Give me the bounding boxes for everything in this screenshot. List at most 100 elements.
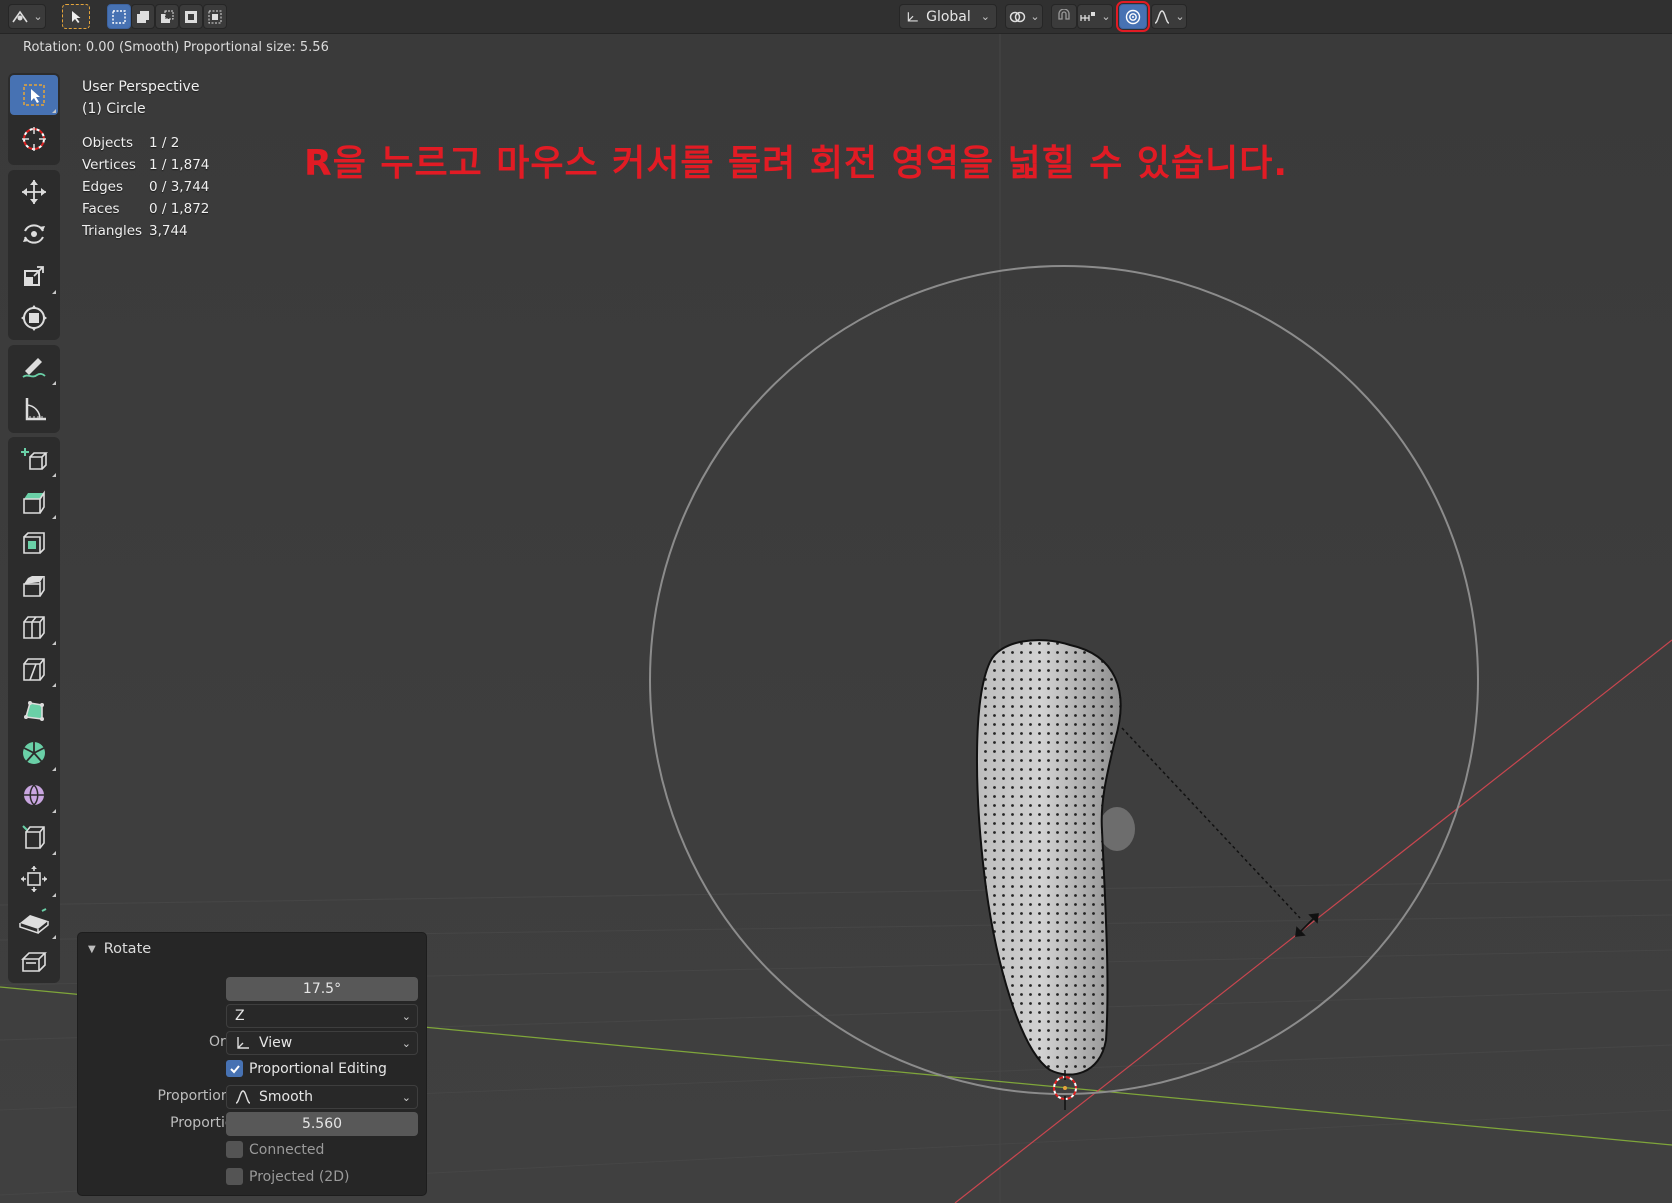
tool-knife[interactable]: [10, 649, 58, 689]
snap-toggle[interactable]: [1051, 4, 1077, 29]
tool-move[interactable]: [10, 172, 58, 212]
extrude-icon: [23, 490, 45, 514]
select-invert-button[interactable]: [179, 4, 203, 29]
knife-icon: [23, 658, 45, 681]
object-name: (1) Circle: [82, 101, 146, 117]
tool-cursor[interactable]: [10, 119, 58, 159]
angle-field[interactable]: 17.5°: [226, 977, 418, 1001]
tool-add-cube[interactable]: [10, 439, 58, 479]
chevron-down-icon: ⌄: [980, 10, 990, 23]
operator-status-text: Rotation: 0.00 (Smooth) Proportional siz…: [23, 40, 329, 55]
background-object: [1099, 807, 1135, 851]
tool-scale[interactable]: [10, 256, 58, 296]
stat-row: Vertices 1 / 1,874: [82, 157, 210, 173]
transform-orientation-dropdown[interactable]: Global ⌄: [899, 4, 997, 29]
proportional-editing-icon: [1125, 9, 1141, 24]
cursor-icon: [22, 127, 46, 151]
tool-select-box[interactable]: [10, 75, 58, 115]
magnet-icon: [1058, 8, 1070, 20]
connected-row: Connected: [78, 1139, 428, 1163]
select-new-icon: [112, 9, 126, 24]
collapse-triangle-icon[interactable]: ▼: [88, 944, 96, 955]
rip-icon: [21, 952, 47, 972]
editor-type-button[interactable]: ⌄: [8, 4, 46, 29]
orientation-row: Orientation View⌄: [78, 1031, 428, 1055]
tool-shrink-fatten[interactable]: [10, 859, 58, 899]
axis-dropdown[interactable]: Z ⌄: [226, 1004, 418, 1028]
proportional-falloff-dropdown[interactable]: ⌄: [1151, 4, 1187, 29]
pivot-point-dropdown[interactable]: ⌄: [1005, 4, 1043, 29]
checkmark-icon: [229, 1064, 240, 1073]
falloff-curve-icon: [1155, 9, 1170, 24]
panel-title: Rotate: [103, 941, 152, 957]
tool-smooth[interactable]: [10, 775, 58, 815]
select-intersect-button[interactable]: [203, 4, 227, 29]
tool-measure[interactable]: [10, 389, 58, 429]
stat-row: Edges 0 / 3,744: [82, 179, 210, 195]
move-icon: [22, 180, 46, 204]
snap-target-dropdown[interactable]: ⌄: [1077, 4, 1113, 29]
pivot-point-icon: [1010, 11, 1026, 22]
falloff-dropdown[interactable]: Smooth ⌄: [226, 1085, 418, 1109]
spin-icon: [23, 742, 45, 764]
checkbox-checked[interactable]: [226, 1060, 243, 1077]
chevron-down-icon: ⌄: [1030, 10, 1040, 23]
orientation-dropdown[interactable]: View ⌄: [226, 1031, 418, 1055]
tool-extrude[interactable]: [10, 481, 58, 521]
select-tool-button[interactable]: [62, 4, 90, 29]
adjust-last-operation-panel: ▼ Rotate Angle 17.5° Axis Z⌄ Orientation…: [77, 932, 427, 1196]
proportional-editing-row: Proportional Editing: [78, 1058, 428, 1082]
proportional-editing-toggle[interactable]: [1116, 1, 1150, 32]
tool-annotate[interactable]: [10, 347, 58, 387]
tool-rip[interactable]: [10, 941, 58, 981]
chevron-down-icon: ⌄: [401, 1009, 411, 1023]
checkbox-unchecked[interactable]: [226, 1141, 243, 1158]
shrink-fatten-icon: [21, 866, 47, 892]
orientation-axes-icon: [907, 11, 918, 22]
smooth-icon: [24, 784, 44, 806]
chevron-down-icon: ⌄: [1175, 10, 1185, 23]
proportional-editing-checkbox[interactable]: Proportional Editing: [226, 1060, 387, 1077]
chevron-down-icon: ⌄: [1101, 10, 1111, 23]
viewport-header: ⌄ Global ⌄ ⌄ ⌄ ⌄: [0, 0, 1672, 34]
inset-icon: [23, 532, 45, 554]
chevron-down-icon: ⌄: [33, 10, 43, 23]
transform-icon: [21, 305, 47, 331]
add-cube-icon: [21, 448, 48, 470]
tool-poly-build[interactable]: [10, 691, 58, 731]
select-box-icon: [23, 84, 45, 106]
panel-header[interactable]: ▼ Rotate: [88, 941, 151, 957]
tool-shear[interactable]: [10, 901, 58, 941]
select-subtract-button[interactable]: [155, 4, 179, 29]
tool-inset[interactable]: [10, 523, 58, 563]
connected-checkbox[interactable]: Connected: [226, 1141, 324, 1158]
toolbar-group-select: [8, 73, 60, 165]
falloff-curve-icon: [235, 1090, 251, 1104]
checkbox-unchecked[interactable]: [226, 1168, 243, 1185]
poly-build-icon: [24, 701, 44, 721]
toolbar-group-annotate: [8, 345, 60, 433]
snap-increment-icon: [1080, 11, 1096, 21]
proportional-size-field[interactable]: 5.560: [226, 1112, 418, 1136]
tool-transform[interactable]: [10, 298, 58, 338]
chevron-down-icon: ⌄: [401, 1090, 411, 1104]
tool-rotate[interactable]: [10, 214, 58, 254]
projected-checkbox[interactable]: Projected (2D): [226, 1168, 349, 1185]
select-extend-icon: [137, 10, 149, 23]
bevel-icon: [23, 576, 45, 597]
tool-edge-slide[interactable]: [10, 817, 58, 857]
scene-statistics: Objects 1 / 2 Vertices 1 / 1,874 Edges 0 / …: [82, 132, 209, 242]
select-invert-icon: [185, 10, 197, 23]
edge-slide-icon: [22, 825, 45, 849]
tool-bevel[interactable]: [10, 565, 58, 605]
axis-row: Axis Z⌄: [78, 1004, 428, 1028]
select-new-button[interactable]: [107, 4, 131, 29]
tutorial-annotation: R을 누르고 마우스 커서를 돌려 회전 영역을 넓힐 수 있습니다.: [304, 143, 1289, 184]
select-intersect-icon: [208, 10, 222, 23]
tool-loop-cut[interactable]: [10, 607, 58, 647]
projected-row: Projected (2D): [78, 1166, 428, 1190]
select-extend-button[interactable]: [131, 4, 155, 29]
select-cursor-icon: [72, 10, 81, 23]
toolbar-group-transform: [8, 170, 60, 340]
tool-spin[interactable]: [10, 733, 58, 773]
